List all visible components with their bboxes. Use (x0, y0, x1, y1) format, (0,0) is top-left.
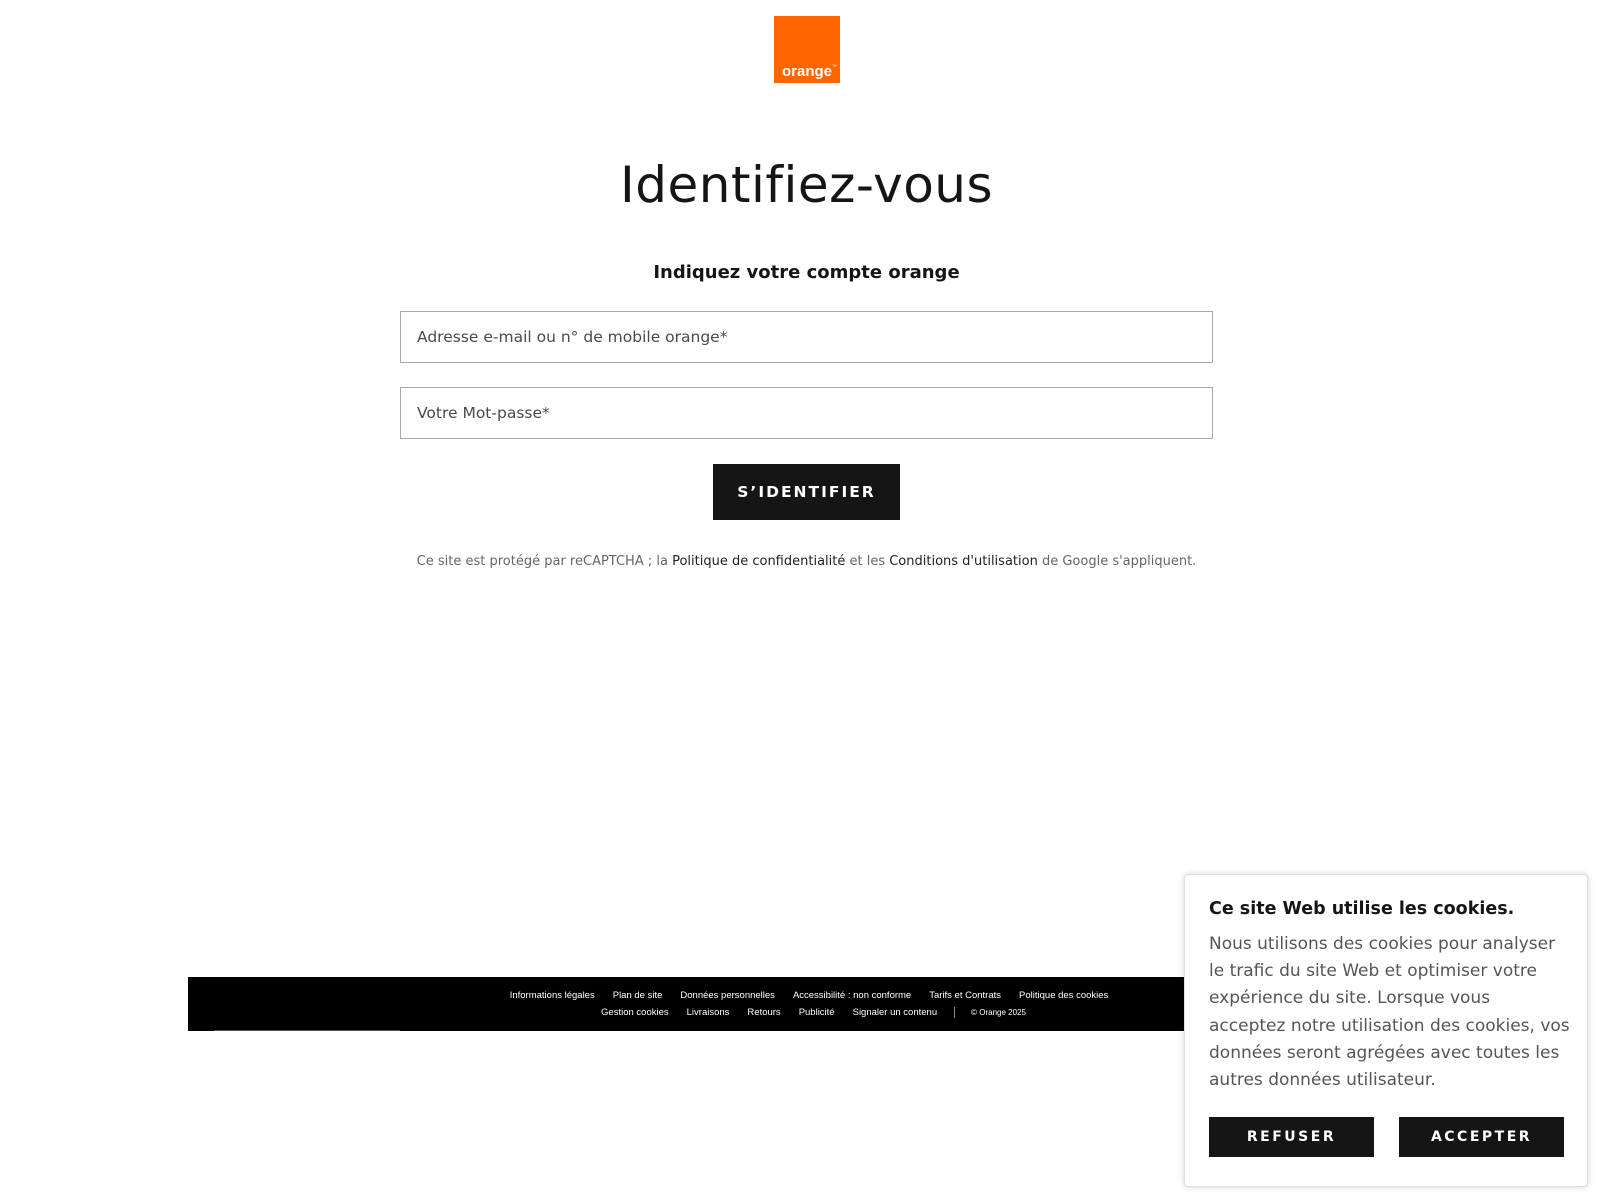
recaptcha-prefix: Ce site est protégé par reCAPTCHA ; la (416, 554, 673, 569)
cookie-banner: Ce site Web utilise les cookies. Nous ut… (1184, 874, 1588, 1187)
recaptcha-suffix: de Google s'appliquent. (1037, 554, 1197, 569)
password-field[interactable] (400, 387, 1213, 439)
refuse-cookies-button[interactable]: REFUSER (1209, 1117, 1374, 1157)
orange-logo[interactable]: orange ™ (774, 16, 840, 83)
cookie-banner-title: Ce site Web utilise les cookies. (1209, 899, 1515, 919)
footer-links-row-2: Gestion cookies Livraisons Retours Publi… (310, 1007, 1308, 1018)
recaptcha-middle: et les (845, 554, 890, 569)
footer-underline (214, 1030, 400, 1031)
login-page: orange ™ Identifiez-vous Indiquez votre c… (0, 0, 1600, 1200)
privacy-policy-link[interactable]: Politique de confidentialité (672, 554, 845, 569)
footer: Informations légales Plan de site Donnée… (188, 977, 1188, 1031)
accept-cookies-button[interactable]: ACCEPTER (1399, 1117, 1564, 1157)
footer-link-report-content[interactable]: Signaler un contenu (853, 1007, 938, 1018)
recaptcha-notice: Ce site est protégé par reCAPTCHA ; la P… (0, 554, 1600, 569)
cookie-banner-text: Nous utilisons des cookies pour analyser… (1209, 934, 1570, 1091)
footer-link-advertising[interactable]: Publicité (799, 1007, 835, 1018)
logo-wordmark: orange ™ (781, 63, 837, 80)
footer-link-personal-data[interactable]: Données personnelles (680, 990, 775, 1001)
trademark-mark: ™ (832, 64, 837, 70)
footer-link-legal[interactable]: Informations légales (510, 990, 595, 1001)
page-title: Identifiez-vous (619, 156, 994, 214)
footer-link-deliveries[interactable]: Livraisons (687, 1007, 730, 1018)
login-button[interactable]: S’IDENTIFIER (713, 464, 900, 520)
terms-of-use-link[interactable]: Conditions d'utilisation (889, 554, 1038, 569)
footer-copyright: © Orange 2025 (971, 1008, 1026, 1017)
footer-link-cookie-policy[interactable]: Politique des cookies (1019, 990, 1108, 1001)
footer-link-sitemap[interactable]: Plan de site (613, 990, 663, 1001)
footer-link-cookie-settings[interactable]: Gestion cookies (601, 1007, 669, 1018)
footer-link-returns[interactable]: Retours (747, 1007, 780, 1018)
footer-link-pricing[interactable]: Tarifs et Contrats (929, 990, 1001, 1001)
page-subtitle: Indiquez votre compte orange (653, 262, 960, 283)
footer-divider (954, 1007, 956, 1018)
email-field[interactable] (400, 311, 1213, 363)
footer-link-accessibility[interactable]: Accessibilité : non conforme (793, 990, 911, 1001)
footer-links-row-1: Informations légales Plan de site Donnée… (310, 990, 1308, 1001)
